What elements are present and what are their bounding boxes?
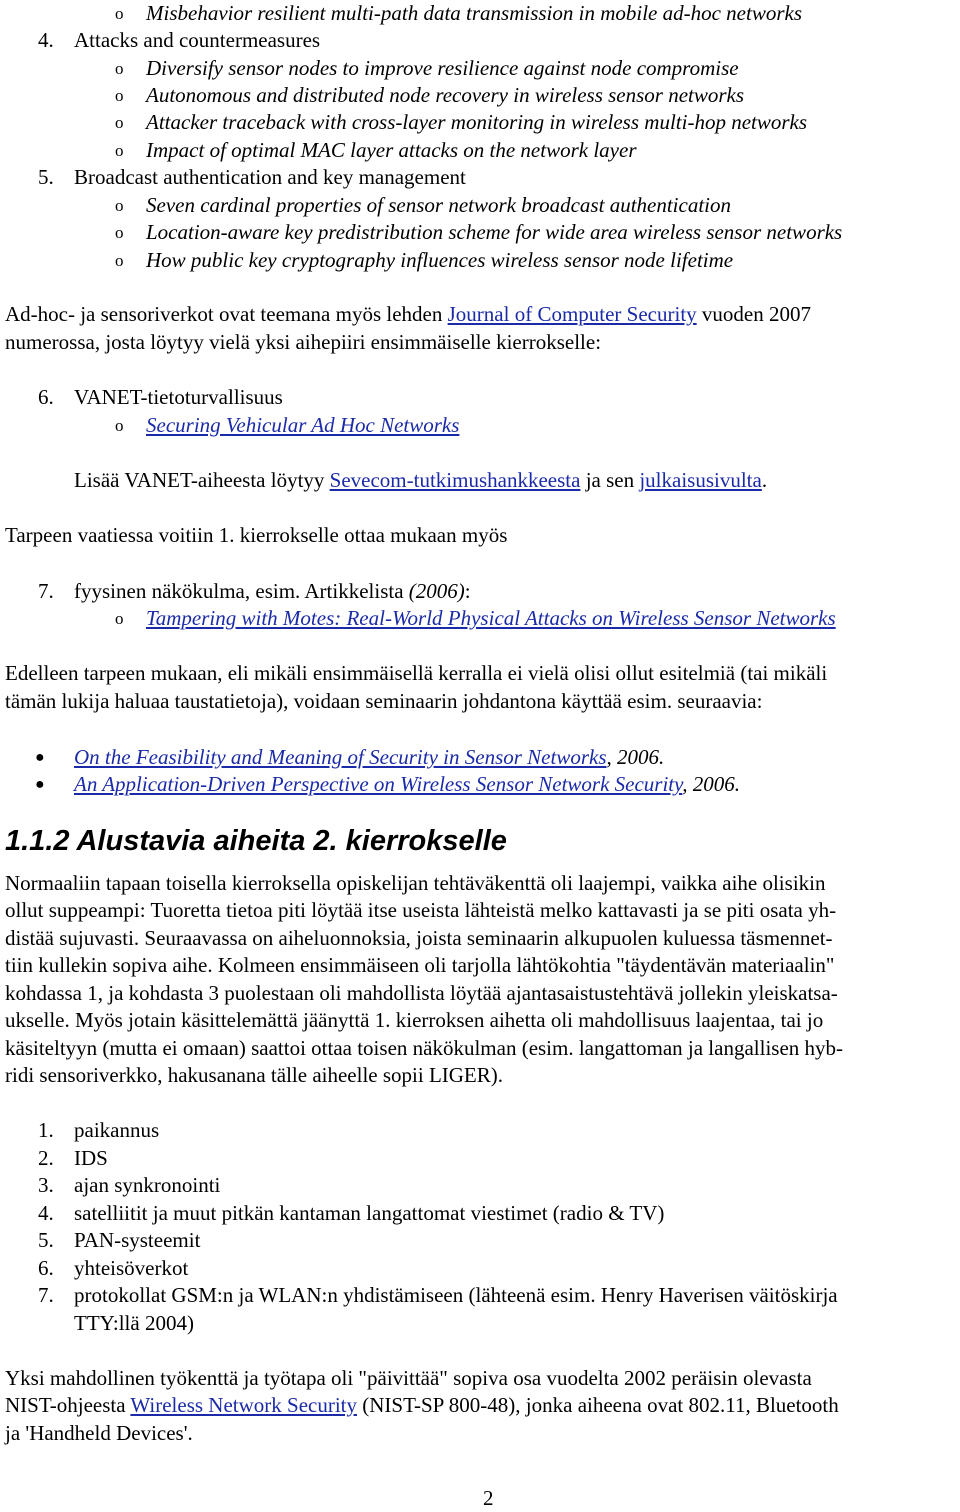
list-number: 4.: [38, 28, 54, 52]
topic-item: protokollat GSM:n ja WLAN:n yhdistämisee…: [74, 1283, 838, 1307]
text: (NIST-SP 800-48), jonka aiheena ovat 802…: [357, 1393, 839, 1417]
list-number: 4.: [38, 1201, 54, 1225]
list-number: 5.: [38, 1228, 54, 1252]
list-number: 5.: [38, 165, 54, 189]
paragraph-yksi-line3: ja 'Handheld Devices'.: [5, 1421, 193, 1445]
list-number: 2.: [38, 1146, 54, 1170]
tarpeen-text: Tarpeen vaatiessa voitiin 1. kierroksell…: [5, 523, 508, 547]
topic-item: IDS: [74, 1146, 108, 1170]
paragraph-line: kohdassa 1, ja kohdasta 3 puolestaan oli…: [5, 981, 838, 1005]
text: NIST-ohjeesta: [5, 1393, 131, 1417]
reference-item: An Application-Driven Perspective on Wir…: [74, 771, 740, 798]
paragraph-line: ollut suppeampi: Tuoretta tietoa piti lö…: [5, 898, 837, 922]
tampering-article-link[interactable]: Tampering with Motes: Real-World Physica…: [146, 605, 836, 632]
publications-link[interactable]: julkaisusivulta: [639, 468, 762, 492]
paragraph-line: tiin kullekin sopiva aihe. Kolmeen ensim…: [5, 953, 835, 977]
sublist-bullet: o: [115, 4, 124, 23]
section-7-title: fyysinen näkökulma, esim. Artikkelista (…: [74, 578, 471, 605]
paragraph-edelleen-line2: tämän lukija haluaa taustatietoja), void…: [5, 689, 763, 713]
sublist-item: Diversify sensor nodes to improve resili…: [146, 56, 739, 80]
vanet-article-link[interactable]: Securing Vehicular Ad Hoc Networks: [146, 412, 459, 439]
paragraph-edelleen: Edelleen tarpeen mukaan, eli mikäli ensi…: [5, 661, 828, 685]
list-number: 7.: [38, 579, 54, 603]
sublist-bullet: o: [115, 113, 124, 132]
paragraph-adhoc: Ad-hoc- ja sensoriverkot ovat teemana my…: [5, 301, 955, 328]
paragraph-line: ukselle. Myös jotain käsittelemättä jään…: [5, 1008, 824, 1032]
text: , 2006.: [682, 772, 741, 796]
journal-link[interactable]: Journal of Computer Security: [448, 302, 697, 326]
topic-item: ajan synkronointi: [74, 1173, 221, 1197]
text: , 2006.: [606, 745, 665, 769]
text: vuoden 2007: [696, 302, 811, 326]
vanet-more-line: Lisää VANET-aiheesta löytyy Sevecom-tutk…: [74, 467, 767, 494]
sublist-bullet: o: [115, 141, 124, 160]
sublist-item: Misbehavior resilient multi-path data tr…: [146, 1, 803, 25]
section-heading: 1.1.2 Alustavia aiheita 2. kierrokselle: [5, 825, 507, 857]
sublist-item: Autonomous and distributed node recovery…: [146, 83, 745, 107]
sublist-item: How public key cryptography influences w…: [146, 248, 734, 272]
sublist-item: Seven cardinal properties of sensor netw…: [146, 193, 732, 217]
list-number: 7.: [38, 1283, 54, 1307]
bullet-icon: ●: [35, 749, 45, 766]
sublist-item: Attacker traceback with cross-layer moni…: [146, 110, 808, 134]
sublist-bullet: o: [115, 86, 124, 105]
topic-item: paikannus: [74, 1118, 160, 1142]
paragraph-line: käsiteltyyn (mutta ei omaan) saattoi ott…: [5, 1036, 844, 1060]
text: :: [464, 579, 471, 603]
sublist-bullet: o: [115, 59, 124, 78]
list-number: 1.: [38, 1118, 54, 1142]
sublist-bullet: o: [115, 251, 124, 270]
section-4-title: Attacks and countermeasures: [74, 28, 321, 52]
sublist-item: Location-aware key predistribution schem…: [146, 220, 843, 244]
paragraph-yksi: Yksi mahdollinen työkenttä ja työtapa ol…: [5, 1366, 812, 1390]
reference-link[interactable]: An Application-Driven Perspective on Wir…: [74, 772, 682, 796]
text: .: [761, 468, 768, 492]
paragraph-yksi-line2: NIST-ohjeesta Wireless Network Security …: [5, 1392, 955, 1419]
bullet-icon: ●: [35, 776, 45, 793]
text: ja sen: [580, 468, 640, 492]
nist-link[interactable]: Wireless Network Security: [130, 1393, 357, 1417]
paragraph-line: ridi sensoriverkko, hakusanana tälle aih…: [5, 1063, 504, 1087]
paragraph-adhoc-line2: numerossa, josta löytyy vielä yksi aihep…: [5, 330, 602, 354]
sublist-bullet: o: [115, 223, 124, 242]
topic-item: yhteisöverkot: [74, 1256, 189, 1280]
year: (2006): [408, 579, 465, 603]
section-5-title: Broadcast authentication and key managem…: [74, 165, 466, 189]
section-6-title: VANET-tietoturvallisuus: [74, 385, 283, 409]
reference-item: On the Feasibility and Meaning of Securi…: [74, 744, 664, 771]
sevecom-link[interactable]: Sevecom-tutkimushankkeesta: [330, 468, 581, 492]
topic-item: satelliitit ja muut pitkän kantaman lang…: [74, 1201, 665, 1225]
list-number: 6.: [38, 1256, 54, 1280]
paragraph-line: distää sujuvasti. Seuraavassa on aiheluo…: [5, 926, 833, 950]
text: fyysinen näkökulma, esim. Artikkelista: [74, 579, 409, 603]
sublist-bullet: o: [115, 609, 124, 628]
list-number: 3.: [38, 1173, 54, 1197]
text: Ad-hoc- ja sensoriverkot ovat teemana my…: [5, 302, 448, 326]
sublist-bullet: o: [115, 416, 124, 435]
list-number: 6.: [38, 385, 54, 409]
page-number: 2: [483, 1486, 494, 1510]
topic-item-continued: TTY:llä 2004): [74, 1311, 194, 1335]
sublist-bullet: o: [115, 196, 124, 215]
paragraph-line: Normaaliin tapaan toisella kierroksella …: [5, 871, 826, 895]
topic-item: PAN-systeemit: [74, 1228, 201, 1252]
sublist-item: Impact of optimal MAC layer attacks on t…: [146, 138, 637, 162]
text: Lisää VANET-aiheesta löytyy: [74, 468, 330, 492]
reference-link[interactable]: On the Feasibility and Meaning of Securi…: [74, 745, 607, 769]
